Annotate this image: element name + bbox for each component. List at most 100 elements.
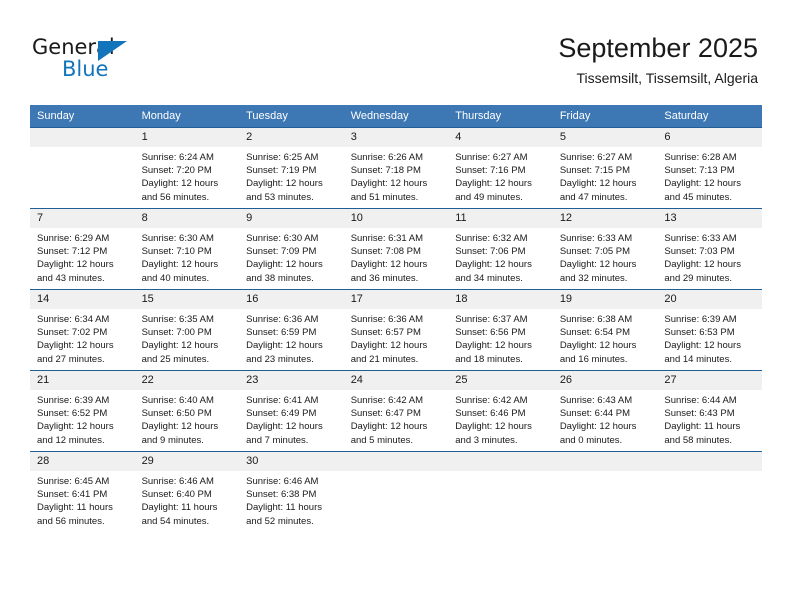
day-number: 13 [657,209,762,228]
day-detail-line: Sunrise: 6:33 AM [664,233,737,244]
day-number: 12 [552,209,658,228]
day-detail-line: Daylight: 12 hours [664,259,741,271]
calendar-day-cell[interactable]: 3 Sunrise: 6:26 AM Sunset: 7:18 PM Daylight… [343,127,449,209]
day-detail-line: Sunrise: 6:42 AM [455,395,528,406]
calendar-day-cell[interactable]: 11 Sunrise: 6:32 AM Sunset: 7:06 PM Dayligh… [448,208,553,290]
calendar-day-cell[interactable]: 22 Sunrise: 6:40 AM Sunset: 6:50 PM Dayligh… [134,370,240,452]
calendar-day-cell[interactable]: 28 Sunrise: 6:45 AM Sunset: 6:41 PM Dayligh… [30,451,135,532]
calendar-day-cell[interactable]: 27 Sunrise: 6:44 AM Sunset: 6:43 PM Dayligh… [657,370,762,452]
weekday-header-friday: Friday [552,105,658,128]
day-detail-line: Daylight: 12 hours [350,178,428,190]
day-detail-line: and 29 minutes. [664,272,732,284]
day-detail-line: Sunset: 6:38 PM [246,489,317,501]
calendar-day-cell[interactable]: 10 Sunrise: 6:31 AM Sunset: 7:08 PM Dayligh… [343,208,449,290]
day-detail-line: Daylight: 12 hours [664,340,741,352]
day-detail-line: Sunrise: 6:44 AM [664,395,737,406]
calendar-day-cell[interactable]: 8 Sunrise: 6:30 AM Sunset: 7:10 PM Daylight… [134,208,240,290]
calendar-day-cell[interactable]: 15 Sunrise: 6:35 AM Sunset: 7:00 PM Dayligh… [134,289,240,371]
day-detail-line: Sunrise: 6:30 AM [141,233,214,244]
calendar-day-cell[interactable]: 4 Sunrise: 6:27 AM Sunset: 7:16 PM Daylight… [448,127,553,209]
day-number: 24 [343,371,449,390]
day-detail-line: Sunset: 6:43 PM [664,408,735,420]
day-number: 8 [134,209,240,228]
calendar-day-cell[interactable]: 6 Sunrise: 6:28 AM Sunset: 7:13 PM Daylight… [657,127,762,209]
calendar-day-cell[interactable]: 1 Sunrise: 6:24 AM Sunset: 7:20 PM Daylight… [134,127,240,209]
calendar-day-cell[interactable]: 14 Sunrise: 6:34 AM Sunset: 7:02 PM Dayligh… [30,289,135,371]
calendar-day-cell[interactable]: 16 Sunrise: 6:36 AM Sunset: 6:59 PM Dayligh… [239,289,344,371]
day-details: Sunrise: 6:42 AM Sunset: 6:47 PM Daylight:… [344,390,449,447]
calendar-day-cell[interactable]: 5 Sunrise: 6:27 AM Sunset: 7:15 PM Daylight… [552,127,658,209]
day-detail-line: Sunset: 6:49 PM [246,408,317,420]
day-detail-line: Sunset: 6:44 PM [559,408,631,420]
day-detail-line: Daylight: 12 hours [559,259,637,271]
day-detail-line: Daylight: 12 hours [141,259,219,271]
logo-text-blue: Blue [62,57,109,81]
day-number: 6 [657,128,762,147]
calendar-week-row: 28 Sunrise: 6:45 AM Sunset: 6:41 PM Dayligh… [30,451,762,532]
day-detail-line: Sunrise: 6:42 AM [350,395,424,406]
day-detail-line: Sunrise: 6:25 AM [246,152,319,163]
day-details: Sunrise: 6:32 AM Sunset: 7:06 PM Daylight:… [448,228,553,285]
day-detail-line: Sunset: 6:40 PM [141,489,212,501]
day-number [657,452,762,471]
day-details: Sunrise: 6:39 AM Sunset: 6:52 PM Daylight:… [30,390,135,447]
day-number: 27 [657,371,762,390]
day-details: Sunrise: 6:46 AM Sunset: 6:38 PM Daylight:… [239,471,344,528]
calendar-day-cell[interactable]: 12 Sunrise: 6:33 AM Sunset: 7:05 PM Dayligh… [552,208,658,290]
day-number: 25 [448,371,553,390]
weekday-header-wednesday: Wednesday [343,105,449,128]
page-title: September 2025 [558,33,758,63]
calendar-day-cell[interactable]: 24 Sunrise: 6:42 AM Sunset: 6:47 PM Dayligh… [343,370,449,452]
day-detail-line: and 0 minutes. [559,434,623,446]
day-detail-line: and 52 minutes. [246,515,314,527]
calendar-day-cell[interactable]: 7 Sunrise: 6:29 AM Sunset: 7:12 PM Daylight… [30,208,135,290]
day-number: 22 [134,371,240,390]
calendar-day-cell[interactable]: 21 Sunrise: 6:39 AM Sunset: 6:52 PM Dayligh… [30,370,135,452]
day-number [448,452,553,471]
calendar-body: 1 Sunrise: 6:24 AM Sunset: 7:20 PM Daylight… [30,127,762,532]
day-detail-line: Sunrise: 6:29 AM [37,233,110,244]
day-detail-line: Sunrise: 6:27 AM [559,152,633,163]
day-number: 9 [239,209,344,228]
day-details: Sunrise: 6:25 AM Sunset: 7:19 PM Daylight:… [239,147,344,204]
day-details: Sunrise: 6:43 AM Sunset: 6:44 PM Daylight:… [553,390,658,447]
calendar-day-cell[interactable]: 13 Sunrise: 6:33 AM Sunset: 7:03 PM Dayligh… [657,208,762,290]
day-detail-line: Daylight: 11 hours [664,421,741,433]
calendar-day-cell[interactable]: 2 Sunrise: 6:25 AM Sunset: 7:19 PM Daylight… [239,127,344,209]
day-detail-line: Sunrise: 6:24 AM [141,152,214,163]
day-detail-line: Sunrise: 6:26 AM [350,152,424,163]
calendar-day-cell[interactable]: 30 Sunrise: 6:46 AM Sunset: 6:38 PM Dayligh… [239,451,344,532]
calendar-table: Sunday Monday Tuesday Wednesday Thursday Frid… [30,105,762,532]
day-detail-line: Sunset: 6:54 PM [559,327,631,339]
calendar-week-row: 21 Sunrise: 6:39 AM Sunset: 6:52 PM Dayligh… [30,370,762,452]
day-detail-line: Sunrise: 6:34 AM [37,314,110,325]
calendar-day-cell[interactable]: 17 Sunrise: 6:36 AM Sunset: 6:57 PM Dayligh… [343,289,449,371]
day-detail-line: Sunrise: 6:33 AM [559,233,633,244]
day-details [553,471,658,475]
calendar-day-cell[interactable]: 23 Sunrise: 6:41 AM Sunset: 6:49 PM Dayligh… [239,370,344,452]
day-detail-line: Daylight: 11 hours [141,502,218,514]
day-detail-line: and 7 minutes. [246,434,309,446]
day-detail-line: Daylight: 12 hours [246,340,323,352]
calendar-day-cell[interactable]: 18 Sunrise: 6:37 AM Sunset: 6:56 PM Dayligh… [448,289,553,371]
calendar-day-cell[interactable]: 29 Sunrise: 6:46 AM Sunset: 6:40 PM Dayligh… [134,451,240,532]
calendar-empty-cell [30,127,135,209]
day-detail-line: Sunset: 7:12 PM [37,246,108,258]
calendar-day-cell[interactable]: 19 Sunrise: 6:38 AM Sunset: 6:54 PM Dayligh… [552,289,658,371]
day-detail-line: and 12 minutes. [37,434,105,446]
calendar-day-cell[interactable]: 26 Sunrise: 6:43 AM Sunset: 6:44 PM Dayligh… [552,370,658,452]
calendar-day-cell[interactable]: 20 Sunrise: 6:39 AM Sunset: 6:53 PM Dayligh… [657,289,762,371]
day-detail-line: Daylight: 11 hours [246,502,322,514]
day-detail-line: and 45 minutes. [664,191,732,203]
day-details: Sunrise: 6:31 AM Sunset: 7:08 PM Daylight:… [344,228,449,285]
weekday-header-tuesday: Tuesday [239,105,344,128]
day-detail-line: and 51 minutes. [350,191,419,203]
day-detail-line: and 54 minutes. [141,515,210,527]
calendar-page: General Blue September 2025 Tissemsilt, … [0,0,792,612]
calendar-day-cell[interactable]: 9 Sunrise: 6:30 AM Sunset: 7:09 PM Daylight… [239,208,344,290]
day-number [552,452,658,471]
calendar-day-cell[interactable]: 25 Sunrise: 6:42 AM Sunset: 6:46 PM Dayligh… [448,370,553,452]
day-detail-line: and 53 minutes. [246,191,314,203]
day-detail-line: Daylight: 12 hours [141,340,219,352]
location-subtitle: Tissemsilt, Tissemsilt, Algeria [576,70,758,86]
